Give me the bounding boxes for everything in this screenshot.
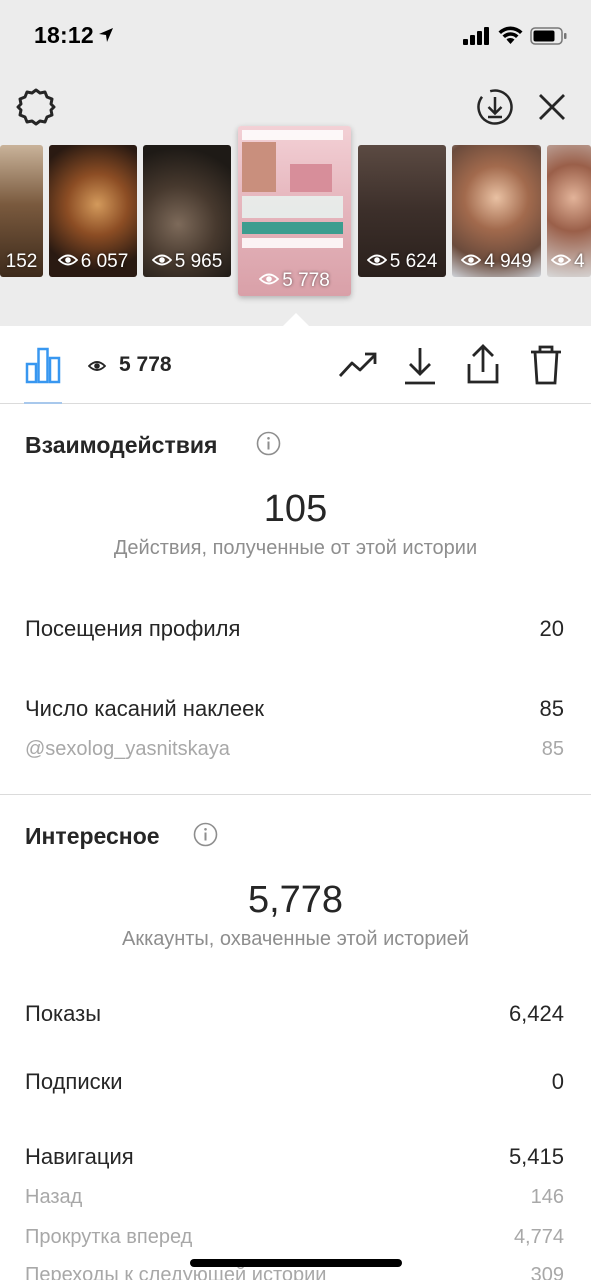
status-time: 18:12: [34, 22, 94, 48]
share-icon[interactable]: [465, 344, 501, 386]
thumbnail-photo: [290, 164, 332, 192]
wifi-icon: [498, 26, 523, 44]
eye-icon: [551, 254, 571, 266]
metric-subvalue: 309: [530, 1264, 564, 1280]
thumbnail-views: 5 778: [238, 270, 351, 292]
insights-toolbar: 5 778: [0, 326, 591, 404]
status-bar: 18:12: [0, 0, 591, 70]
metric-label: Показы: [25, 1001, 102, 1026]
close-icon[interactable]: [537, 92, 567, 122]
metric-value: 5,415: [508, 1144, 564, 1169]
info-icon[interactable]: [193, 822, 218, 847]
story-thumbnail-selected[interactable]: 5 778: [238, 126, 351, 296]
trash-icon[interactable]: [528, 344, 564, 386]
thumbnail-sticker: [242, 222, 343, 234]
metric-subvalue: 4,774: [513, 1226, 564, 1248]
metric-label: Посещения профиля: [25, 616, 241, 641]
story-header: 18:12 152 6 057 5 965 5 778 5 624 4 949 …: [0, 0, 591, 326]
interactions-total: 105: [263, 488, 328, 530]
story-thumbnail[interactable]: 4 949: [452, 145, 541, 277]
battery-icon: [530, 27, 567, 45]
section-title: Взаимодействия: [25, 432, 218, 458]
thumbnail-sticker: [242, 130, 343, 140]
section-divider: [0, 794, 591, 795]
download-icon[interactable]: [403, 346, 437, 386]
metric-label: Число касаний наклеек: [25, 696, 264, 721]
metric-value: 85: [539, 696, 564, 721]
metric-subvalue: 85: [541, 738, 564, 760]
metric-subvalue: 146: [530, 1186, 564, 1208]
interactions-caption: Действия, полученные от этой истории: [113, 537, 478, 559]
settings-icon[interactable]: [16, 87, 56, 127]
thumbnail-views: 152: [5, 251, 38, 272]
download-circle-icon[interactable]: [476, 88, 514, 126]
metric-value: 6,424: [508, 1001, 564, 1026]
metric-value: 20: [539, 616, 564, 641]
eye-icon: [461, 254, 482, 266]
thumbnail-views: 4 949: [452, 251, 541, 273]
thumbnail-sticker: [242, 196, 343, 218]
metric-sublabel: @sexolog_yasnitskaya: [25, 738, 230, 760]
location-arrow-icon: [99, 28, 113, 42]
bar-chart-icon[interactable]: [25, 346, 61, 384]
thumbnail-views: 4: [547, 251, 591, 273]
story-thumbnail[interactable]: 4: [547, 145, 591, 277]
signal-icon: [463, 27, 489, 45]
discovery-caption: Аккаунты, охваченные этой историей: [122, 928, 469, 950]
metric-sublabel: Назад: [25, 1186, 83, 1208]
metric-label: Навигация: [25, 1144, 134, 1169]
metric-value: 0: [551, 1069, 564, 1094]
home-indicator[interactable]: [190, 1259, 402, 1267]
eye-icon: [259, 273, 280, 285]
story-thumbnail[interactable]: 152: [0, 145, 43, 277]
story-thumbnail[interactable]: 5 965: [143, 145, 231, 277]
eye-icon: [88, 361, 106, 371]
thumbnail-views: 5 965: [143, 251, 231, 273]
story-thumbnail[interactable]: 5 624: [358, 145, 446, 277]
discovery-total: 5,778: [247, 879, 344, 921]
active-tab-indicator: [24, 402, 62, 404]
selection-caret: [283, 313, 309, 326]
eye-icon: [366, 254, 387, 266]
thumbnail-views: 5 624: [358, 251, 446, 273]
eye-icon: [151, 254, 172, 266]
story-thumbnail[interactable]: 6 057: [49, 145, 137, 277]
thumbnail-views: 6 057: [49, 251, 137, 273]
view-count: 5 778: [119, 353, 172, 376]
metric-sublabel: Прокрутка вперед: [25, 1226, 193, 1248]
trending-icon[interactable]: [338, 350, 378, 380]
metric-label: Подписки: [25, 1069, 123, 1094]
eye-icon: [57, 254, 78, 266]
thumbnail-photo: [242, 142, 276, 192]
thumbnail-sticker: [242, 238, 343, 248]
section-title: Интересное: [25, 823, 160, 849]
info-icon[interactable]: [256, 431, 281, 456]
